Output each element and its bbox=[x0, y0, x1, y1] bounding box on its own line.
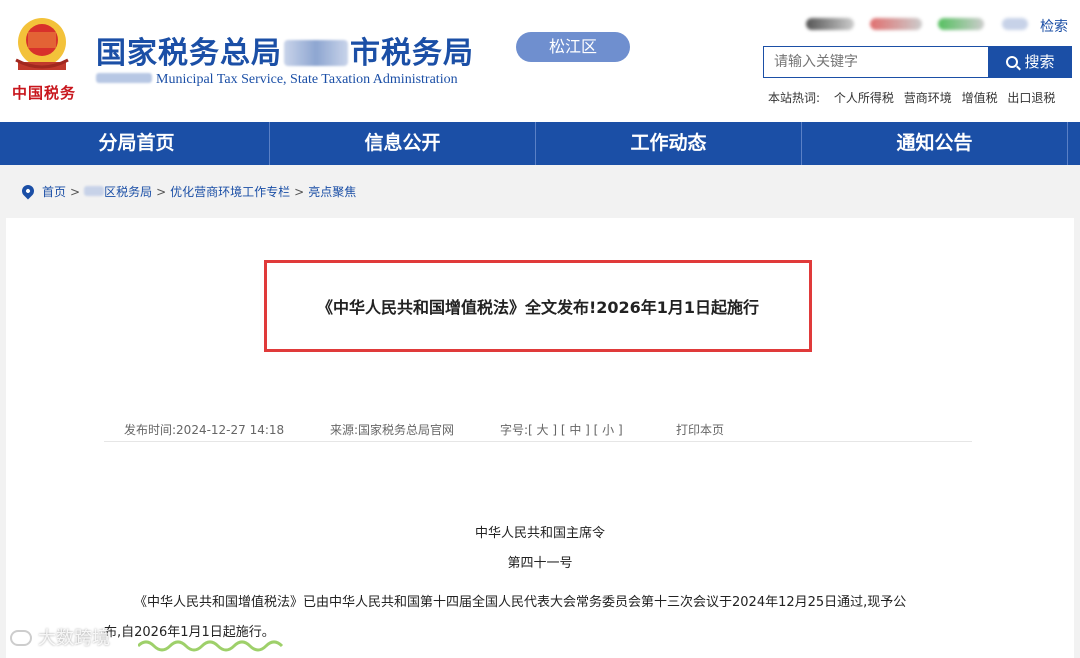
redacted-city bbox=[284, 40, 348, 66]
hot-keyword[interactable]: 营商环境 bbox=[904, 91, 952, 105]
breadcrumb-separator: > bbox=[156, 185, 167, 199]
redacted-district bbox=[84, 186, 105, 196]
tax-emblem-icon bbox=[15, 18, 69, 70]
watermark-text: 大数跨境 bbox=[38, 628, 110, 649]
decree-number: 第四十一号 bbox=[507, 556, 573, 571]
redacted-link[interactable] bbox=[870, 18, 922, 30]
site-title-suffix: 市税务局 bbox=[350, 36, 474, 71]
top-links bbox=[806, 14, 1068, 36]
hot-label: 本站热词: bbox=[768, 91, 821, 105]
search-button-label: 搜索 bbox=[1024, 53, 1055, 71]
font-size-controls[interactable]: 字号:[ 大 ] [ 中 ] [ 小 ] bbox=[500, 421, 623, 438]
nav-item-notices[interactable]: 通知公告 bbox=[802, 122, 1068, 165]
nav-item-work-news[interactable]: 工作动态 bbox=[536, 122, 802, 165]
site-title-prefix: 国家税务总局 bbox=[96, 36, 282, 71]
site-title[interactable]: 国家税务总局 市税务局 bbox=[96, 28, 474, 72]
district-badge[interactable]: 松江区 bbox=[516, 32, 630, 62]
article-content: 《中华人民共和国增值税法》全文发布!2026年1月1日起施行 发布时间:2024… bbox=[6, 218, 1074, 658]
breadcrumb-separator: > bbox=[70, 185, 81, 199]
search-button[interactable]: 搜索 bbox=[989, 46, 1072, 78]
publish-time: 发布时间:2024-12-27 14:18 bbox=[124, 423, 285, 437]
brand-mark: 中国税务 bbox=[12, 84, 77, 102]
location-pin-icon bbox=[19, 182, 37, 200]
article-paragraph: 《中华人民共和国增值税法》已由中华人民共和国第十四届全国人民代表大会常务委员会第… bbox=[134, 595, 907, 610]
redacted-link[interactable] bbox=[938, 18, 984, 30]
breadcrumb-column[interactable]: 优化营商环境工作专栏 bbox=[170, 185, 290, 199]
breadcrumb-home[interactable]: 首页 bbox=[42, 185, 66, 199]
search-icon bbox=[1006, 56, 1019, 68]
site-subtitle: Municipal Tax Service, State Taxation Ad… bbox=[96, 72, 458, 88]
breadcrumb: 首页 > 区税务局 > 优化营商环境工作专栏 > 亮点聚焦 bbox=[19, 182, 356, 200]
breadcrumb-current[interactable]: 亮点聚焦 bbox=[308, 185, 356, 199]
hot-keyword[interactable]: 出口退税 bbox=[1007, 91, 1055, 105]
redacted-link[interactable] bbox=[1002, 18, 1028, 30]
breadcrumb-district[interactable]: 区税务局 bbox=[104, 185, 152, 199]
decree-heading: 中华人民共和国主席令 bbox=[474, 526, 605, 541]
hot-keyword[interactable]: 个人所得税 bbox=[834, 91, 894, 105]
squiggle-decoration bbox=[138, 640, 284, 652]
site-header: 中国税务 国家税务总局 市税务局 Municipal Tax Service, S… bbox=[0, 0, 1080, 122]
advanced-search-link[interactable]: 检索 bbox=[1040, 16, 1068, 36]
nav-item-info-disclosure[interactable]: 信息公开 bbox=[270, 122, 536, 165]
redacted-text bbox=[96, 73, 152, 83]
main-nav: 分局首页 信息公开 工作动态 通知公告 bbox=[0, 122, 1080, 165]
nav-item-home[interactable]: 分局首页 bbox=[4, 122, 270, 165]
redacted-link[interactable] bbox=[806, 18, 854, 30]
hot-keyword[interactable]: 增值税 bbox=[962, 91, 998, 105]
hot-keywords: 本站热词: 个人所得税 营商环境 增值税 出口退税 bbox=[768, 89, 1061, 106]
search-input[interactable] bbox=[763, 46, 989, 78]
breadcrumb-separator: > bbox=[294, 185, 305, 199]
article-title: 《中华人民共和国增值税法》全文发布!2026年1月1日起施行 bbox=[316, 298, 760, 317]
article-source: 来源:国家税务总局官网 bbox=[330, 423, 455, 437]
subtitle-text: Municipal Tax Service, State Taxation Ad… bbox=[156, 72, 458, 87]
watermark: 大数跨境 bbox=[10, 624, 110, 650]
watermark-logo-icon bbox=[10, 630, 32, 646]
print-link[interactable]: 打印本页 bbox=[676, 421, 724, 438]
article-meta: 发布时间:2024-12-27 14:18 来源:国家税务总局官网 字号:[ 大… bbox=[104, 418, 972, 442]
title-highlight-box: 《中华人民共和国增值税法》全文发布!2026年1月1日起施行 bbox=[264, 260, 812, 352]
